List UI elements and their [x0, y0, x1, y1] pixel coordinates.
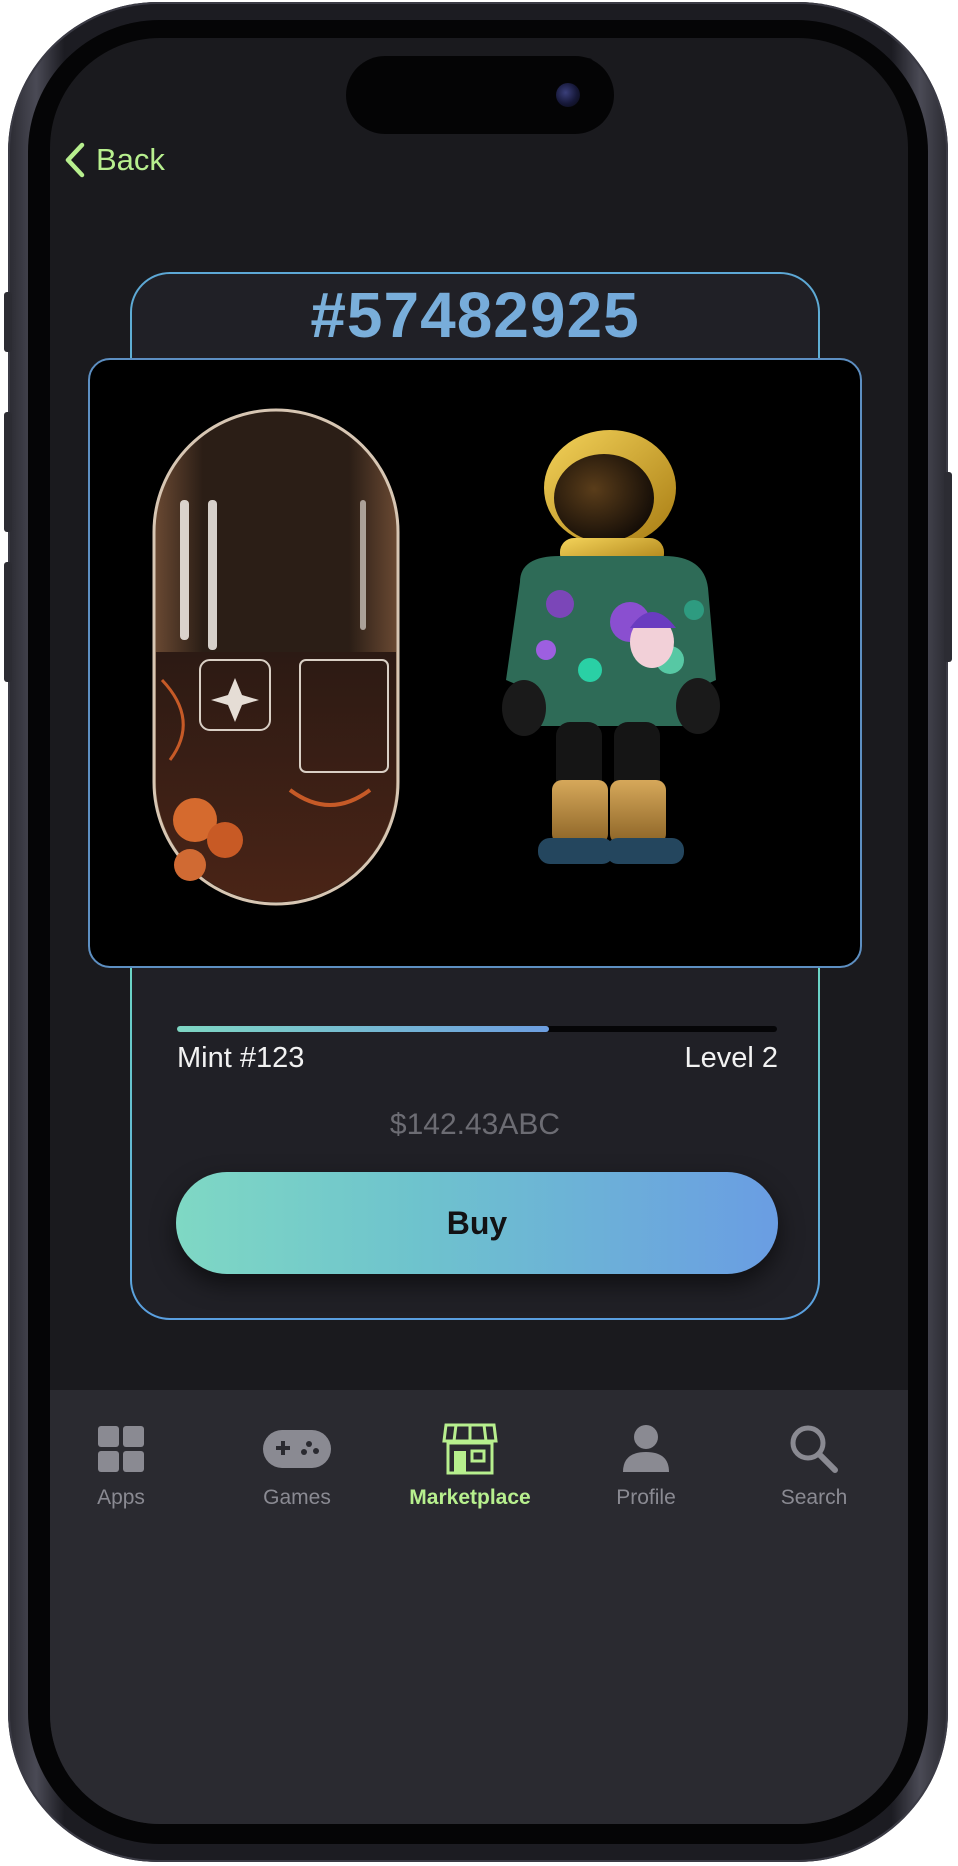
chevron-left-icon	[65, 142, 85, 178]
tab-profile[interactable]: Profile	[571, 1420, 721, 1510]
buy-button[interactable]: Buy	[176, 1172, 778, 1274]
capsule-illustration	[152, 408, 400, 906]
person-icon	[623, 1425, 669, 1472]
tab-games-label: Games	[263, 1486, 331, 1509]
storefront-icon	[442, 1423, 498, 1475]
action-button	[4, 292, 12, 352]
dynamic-island	[346, 56, 614, 134]
bottom-tab-bar: Apps Games Marketplace Profile Search	[50, 1390, 908, 1824]
tab-marketplace-label: Marketplace	[409, 1486, 531, 1509]
tab-search[interactable]: Search	[739, 1420, 889, 1510]
back-label: Back	[96, 142, 165, 177]
volume-down-button	[4, 562, 12, 682]
astronaut-figure-illustration	[502, 430, 720, 864]
back-button[interactable]: Back	[64, 138, 165, 182]
mint-number: Mint #123	[177, 1042, 305, 1074]
tab-profile-label: Profile	[616, 1486, 676, 1509]
tab-apps[interactable]: Apps	[50, 1420, 196, 1510]
screen: Back #57482925 Mint #123 Level 2 $142.43…	[50, 38, 908, 1824]
front-camera	[556, 83, 580, 107]
apps-grid-icon	[98, 1426, 144, 1472]
gamepad-icon	[263, 1430, 331, 1468]
nft-artwork	[88, 358, 862, 968]
volume-up-button	[4, 412, 12, 532]
level-progress-bar	[177, 1026, 777, 1032]
level-label: Level 2	[684, 1042, 778, 1074]
tab-apps-label: Apps	[97, 1486, 145, 1509]
level-progress-fill	[177, 1026, 549, 1032]
power-button	[944, 472, 952, 662]
price-label: $142.43ABC	[389, 1108, 561, 1141]
search-icon	[790, 1425, 838, 1473]
tab-search-label: Search	[780, 1486, 848, 1509]
tab-marketplace[interactable]: Marketplace	[395, 1420, 545, 1510]
tab-games[interactable]: Games	[222, 1420, 372, 1510]
nft-id-title: #57482925	[130, 278, 820, 352]
